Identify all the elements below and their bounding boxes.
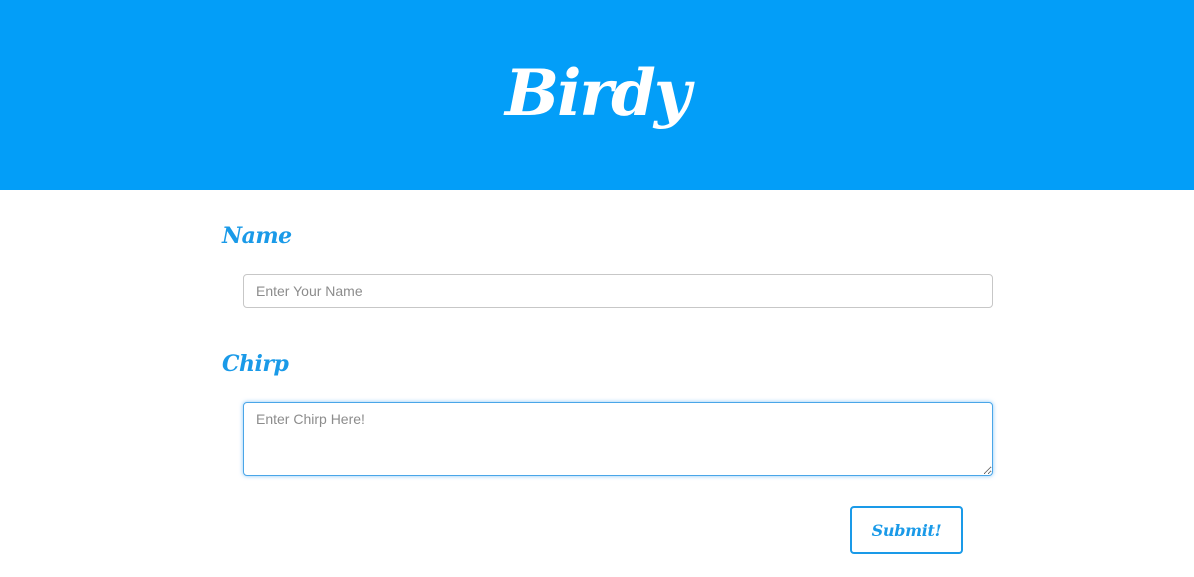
- name-input[interactable]: [243, 274, 993, 308]
- header-banner: Birdy: [0, 0, 1194, 190]
- chirp-textarea[interactable]: [243, 402, 993, 476]
- chirp-label: Chirp: [222, 351, 289, 377]
- submit-button[interactable]: Submit!: [850, 506, 963, 554]
- name-label: Name: [222, 223, 292, 249]
- site-title: Birdy: [504, 56, 691, 131]
